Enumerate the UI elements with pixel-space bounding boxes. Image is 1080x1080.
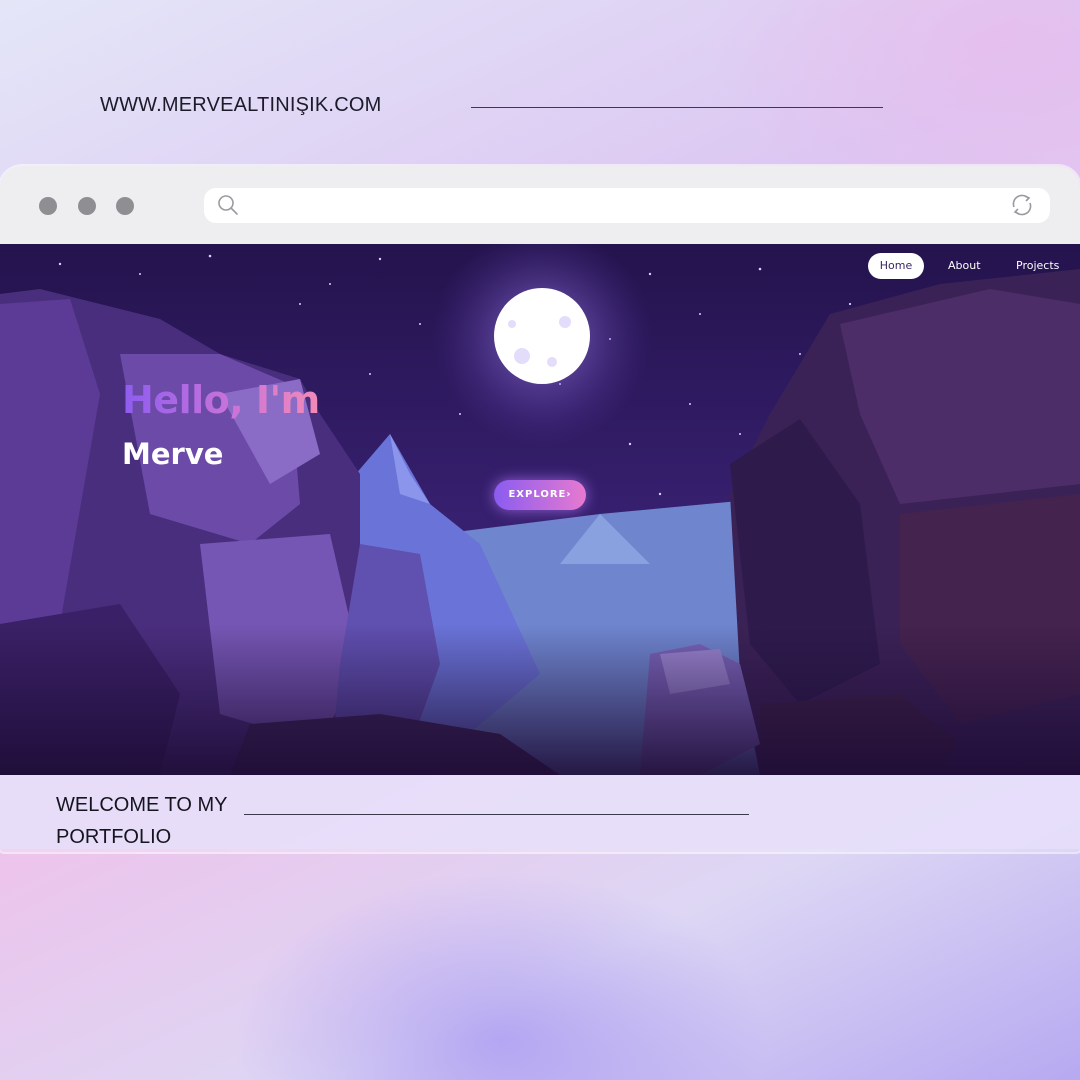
hero-name: Merve: [122, 437, 224, 471]
moon: [494, 288, 590, 384]
refresh-icon[interactable]: [1009, 192, 1035, 218]
nav-about-link[interactable]: About: [948, 253, 981, 279]
welcome-caption-line2: PORTFOLIO: [56, 826, 172, 848]
hero-greeting: Hello, I'm: [122, 378, 320, 422]
nav-projects-link[interactable]: Projects: [1016, 253, 1059, 279]
window-minimize-dot[interactable]: [78, 197, 96, 215]
nav-home-button[interactable]: Home: [868, 253, 924, 279]
decorative-rule: [471, 107, 883, 108]
window-maximize-dot[interactable]: [116, 197, 134, 215]
welcome-caption: WELCOME TO MY PORTFOLIO: [56, 789, 228, 853]
caption-rule: [244, 814, 749, 815]
address-bar-input[interactable]: [204, 188, 1050, 223]
window-close-dot[interactable]: [39, 197, 57, 215]
explore-button[interactable]: EXPLORE›: [494, 480, 586, 510]
site-url-label: WWW.MERVEALTINIŞIK.COM: [100, 94, 382, 116]
welcome-caption-line1: WELCOME TO MY: [56, 794, 228, 816]
search-icon[interactable]: [217, 194, 239, 216]
